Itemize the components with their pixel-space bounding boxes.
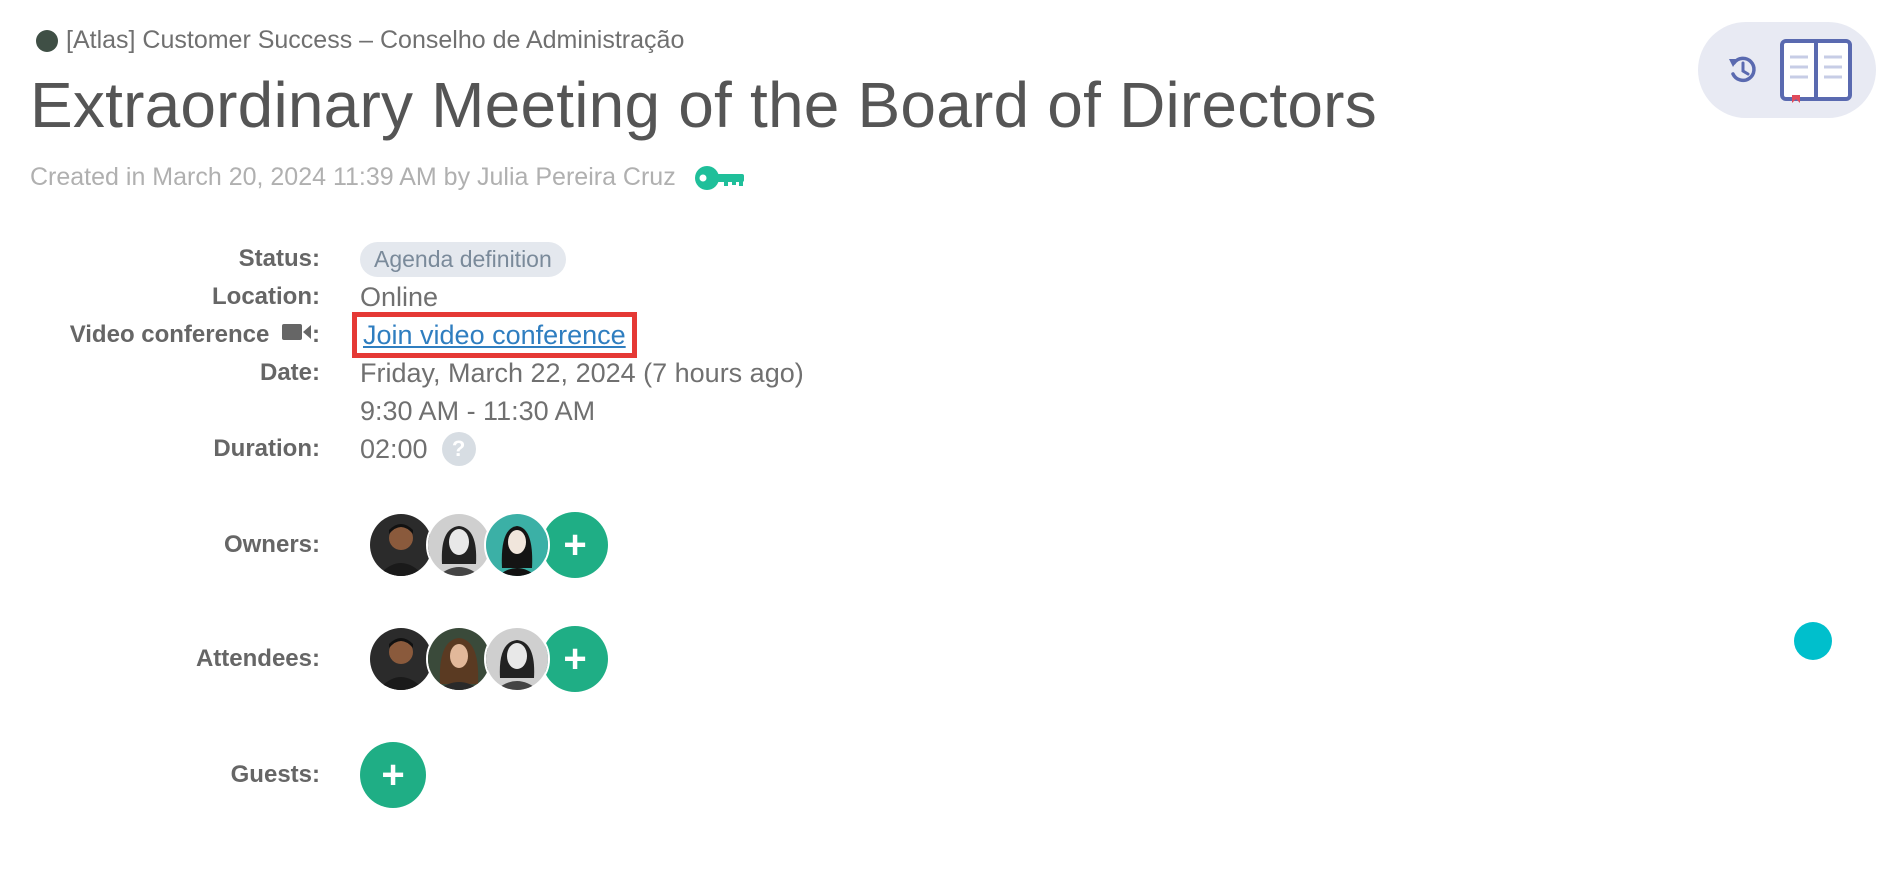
join-video-conference-link[interactable]: Join video conference: [363, 320, 626, 351]
video-label-text: Video conference: [69, 320, 270, 348]
guests-label: Guests:: [230, 761, 320, 788]
avatar[interactable]: [368, 512, 434, 578]
avatar[interactable]: [484, 512, 550, 578]
breadcrumb-text[interactable]: [Atlas] Customer Success – Conselho de A…: [66, 26, 684, 55]
history-icon[interactable]: [1726, 53, 1760, 87]
date-value: Friday, March 22, 2024 (7 hours ago): [360, 357, 804, 388]
page-title: Extraordinary Meeting of the Board of Di…: [30, 69, 1377, 141]
status-value-wrap: Agenda definition: [360, 241, 566, 277]
add-attendee-button[interactable]: +: [542, 626, 608, 692]
owners-value-wrap: +: [360, 512, 608, 578]
breadcrumb[interactable]: [Atlas] Customer Success – Conselho de A…: [36, 26, 684, 55]
date-row: Date: Friday, March 22, 2024 (7 hours ag…: [0, 354, 804, 392]
guests-value-wrap: +: [360, 742, 426, 808]
video-label: Video conference :: [0, 321, 360, 350]
video-row: Video conference : Join video conference: [0, 312, 637, 358]
duration-row: Duration: 02:00 ?: [0, 430, 476, 468]
status-badge: Agenda definition: [360, 241, 566, 277]
location-row: Location: Online: [0, 278, 438, 316]
meeting-page: [Atlas] Customer Success – Conselho de A…: [0, 0, 1896, 896]
duration-value-wrap: 02:00 ?: [360, 432, 476, 466]
top-actions: [1698, 22, 1876, 118]
video-value-wrap: Join video conference: [352, 312, 637, 358]
status-row: Status: Agenda definition: [0, 240, 566, 278]
owners-avatars: +: [360, 512, 608, 578]
time-value: 9:30 AM - 11:30 AM: [360, 395, 596, 426]
key-icon[interactable]: [694, 165, 746, 191]
video-camera-icon: [282, 321, 312, 349]
video-link-highlight: Join video conference: [352, 312, 637, 358]
attendees-row: Attendees: +: [0, 626, 608, 692]
add-guest-button[interactable]: +: [360, 742, 426, 808]
owners-row: Owners: +: [0, 512, 608, 578]
created-info: Created in March 20, 2024 11:39 AM by Ju…: [30, 163, 746, 192]
date-label: Date:: [259, 359, 320, 386]
video-label-colon: :: [312, 320, 320, 348]
attendees-avatars: +: [360, 626, 608, 692]
avatar[interactable]: [484, 626, 550, 692]
owners-label: Owners:: [223, 531, 320, 558]
attendees-value-wrap: +: [360, 626, 608, 692]
location-label: Location:: [212, 283, 320, 310]
attendees-label: Attendees:: [195, 645, 320, 672]
status-label: Status:: [238, 245, 320, 272]
duration-label: Duration:: [213, 435, 320, 462]
add-owner-button[interactable]: +: [542, 512, 608, 578]
book-icon[interactable]: [1778, 37, 1854, 103]
group-dot-icon: [36, 29, 58, 52]
duration-value: 02:00: [360, 433, 428, 464]
created-text: Created in March 20, 2024 11:39 AM by Ju…: [30, 163, 676, 191]
status-indicator-dot[interactable]: [1794, 622, 1832, 660]
help-icon[interactable]: ?: [441, 432, 476, 466]
avatar[interactable]: [426, 512, 492, 578]
location-value: Online: [360, 281, 439, 312]
avatar[interactable]: [426, 626, 492, 692]
time-row: 9:30 AM - 11:30 AM: [0, 392, 595, 430]
avatar[interactable]: [368, 626, 434, 692]
guests-row: Guests: +: [0, 742, 426, 808]
